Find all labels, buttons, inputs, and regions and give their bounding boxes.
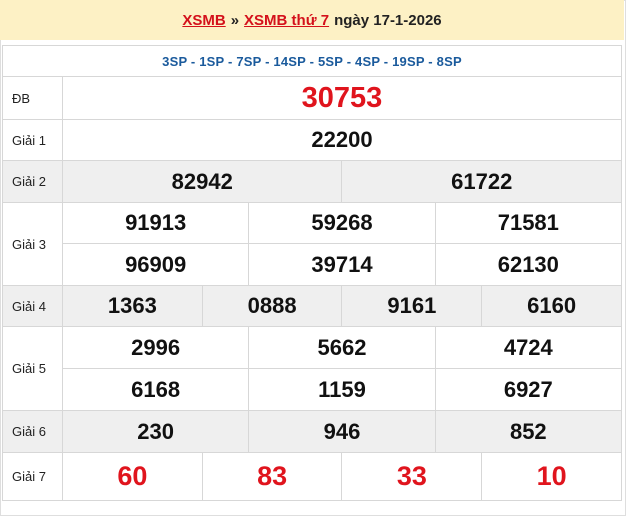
prize-4-number: 1363 bbox=[62, 285, 203, 327]
prize-2-number: 82942 bbox=[61, 160, 343, 203]
prize-4-number: 6160 bbox=[481, 285, 622, 327]
prize-5-number: 2996 bbox=[61, 326, 250, 369]
prize-2-number: 61722 bbox=[341, 160, 622, 203]
prize-6-number: 946 bbox=[248, 410, 436, 453]
prize-3-number: 62130 bbox=[434, 243, 623, 286]
prize-label-db: ĐB bbox=[2, 76, 63, 120]
results-table: 3SP - 1SP - 7SP - 14SP - 5SP - 4SP - 19S… bbox=[2, 45, 623, 501]
prize-3-number: 39714 bbox=[248, 243, 436, 286]
prize-7-number: 33 bbox=[341, 452, 483, 501]
prize-4-number: 0888 bbox=[201, 285, 343, 327]
xsmb-link[interactable]: XSMB bbox=[182, 12, 225, 29]
prize-3-number: 91913 bbox=[61, 202, 250, 244]
draw-date: ngày 17-1-2026 bbox=[334, 11, 442, 29]
prize-5-number: 6168 bbox=[61, 368, 250, 411]
prize-3-number: 71581 bbox=[434, 202, 623, 244]
prize-label-g4: Giải 4 bbox=[2, 285, 63, 327]
prize-3-number: 59268 bbox=[248, 202, 436, 244]
prize-5-number: 4724 bbox=[434, 326, 623, 369]
prize-label-g6: Giải 6 bbox=[2, 410, 63, 453]
breadcrumb-separator: » bbox=[230, 11, 240, 29]
prize-label-g5: Giải 5 bbox=[2, 326, 63, 411]
prize-label-g1: Giải 1 bbox=[2, 119, 63, 161]
prize-label-g3: Giải 3 bbox=[2, 202, 63, 286]
prize-7-number: 10 bbox=[481, 452, 622, 501]
prize-7-number: 83 bbox=[201, 452, 343, 501]
prize-5-number: 6927 bbox=[434, 368, 623, 411]
prize-label-g2: Giải 2 bbox=[2, 160, 63, 203]
results-header: XSMB » XSMB thứ 7 ngày 17-1-2026 bbox=[0, 0, 624, 40]
prize-5-number: 1159 bbox=[248, 368, 436, 411]
prize-4-number: 9161 bbox=[341, 285, 483, 327]
xsmb-saturday-link[interactable]: XSMB thứ 7 bbox=[244, 12, 329, 29]
draw-codes: 3SP - 1SP - 7SP - 14SP - 5SP - 4SP - 19S… bbox=[2, 45, 622, 77]
prize-5-number: 5662 bbox=[248, 326, 436, 369]
prize-6-number: 230 bbox=[61, 410, 250, 453]
prize-6-number: 852 bbox=[434, 410, 623, 453]
prize-3-number: 96909 bbox=[61, 243, 250, 286]
prize-1-number: 22200 bbox=[62, 119, 622, 161]
special-prize-number: 30753 bbox=[62, 76, 622, 120]
prize-label-g7: Giải 7 bbox=[2, 452, 63, 501]
prize-7-number: 60 bbox=[62, 452, 203, 501]
